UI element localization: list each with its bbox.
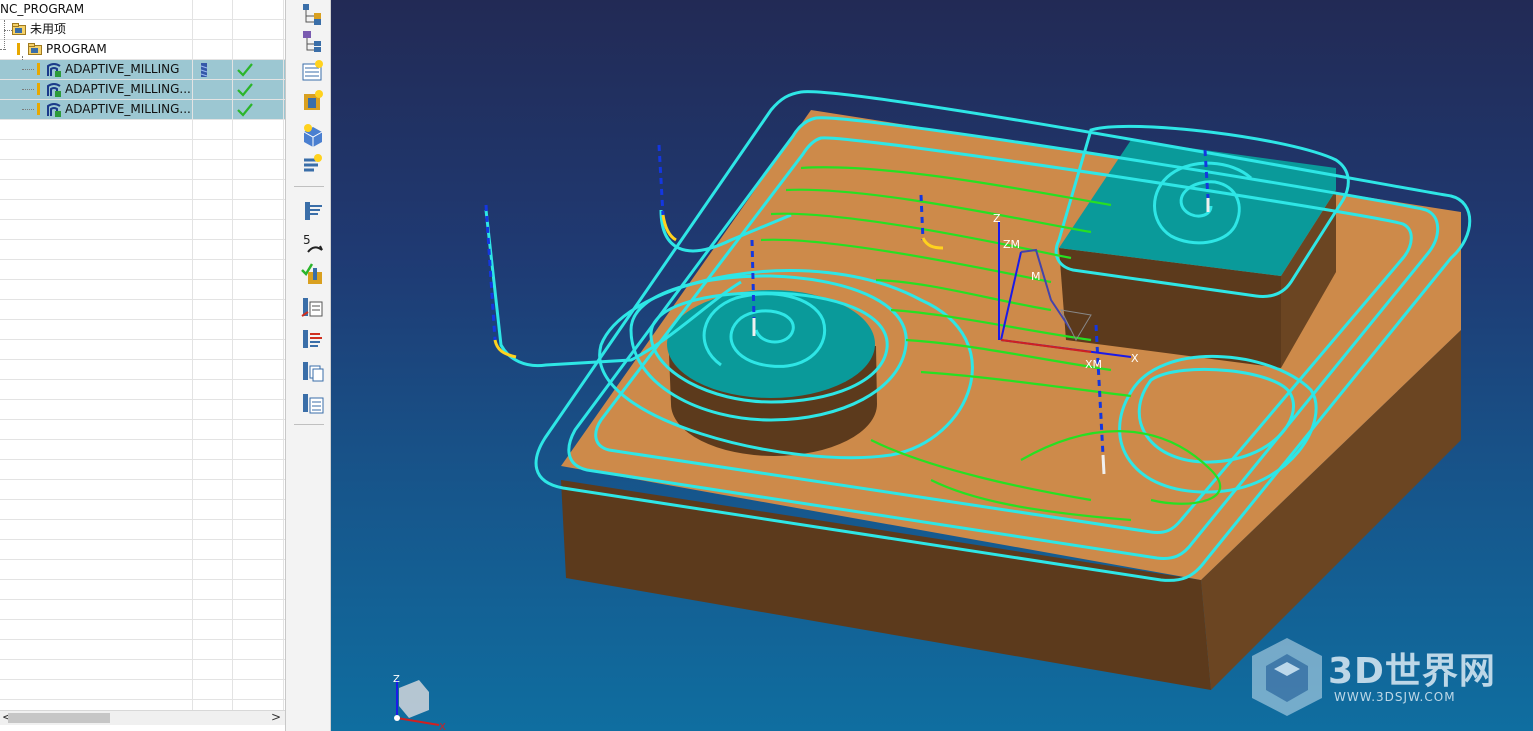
adaptive-milling-icon [47,83,61,97]
watermark-url: WWW.3DSJW.COM [1334,690,1456,704]
warning-marker-icon [37,63,40,75]
adaptive-milling-icon [47,63,61,77]
empty-row [0,200,285,220]
toolbar-separator [294,424,324,425]
operation-row[interactable]: ADAPTIVE_MILLING [0,60,285,80]
empty-row [0,440,285,460]
create-program-icon[interactable] [300,58,326,84]
axis-m-label: M [1031,270,1041,283]
operation-label: ADAPTIVE_MILLING... [65,82,191,96]
empty-row [0,460,285,480]
geometry-view-icon[interactable] [300,2,326,28]
empty-row [0,220,285,240]
graphics-viewport[interactable]: Z ZM M XM X Z X 3D世界网 WWW.3DSJW.COM [331,0,1533,731]
plunge-line [657,144,665,216]
round-boss-top [667,290,875,398]
watermark-title: 3D世界网 [1328,651,1496,692]
watermark-logo-icon [1252,638,1322,716]
empty-row [0,620,285,640]
list-operations-icon[interactable] [300,390,326,416]
machine-tool-view-icon[interactable] [300,28,326,54]
warning-marker-icon [37,83,40,95]
empty-row [0,520,285,540]
empty-row [0,280,285,300]
operation-row[interactable]: ADAPTIVE_MILLING... [0,80,285,100]
empty-row [0,160,285,180]
empty-row [0,380,285,400]
axis-z-label: Z [993,212,1001,225]
scrollbar-thumb[interactable] [8,713,110,723]
create-method-icon[interactable] [300,152,326,178]
shop-docs-icon[interactable] [300,326,326,352]
empty-row [0,300,285,320]
watermark: 3D世界网 WWW.3DSJW.COM [1250,632,1520,722]
tree-connector [22,89,34,90]
tool-end-marker [1101,454,1106,475]
post-process-icon[interactable] [300,294,326,320]
empty-row [0,400,285,420]
tree-root-label[interactable]: NC_PROGRAM [0,1,84,17]
operation-navigator: NC_PROGRAM 未用项 PROGRAM ADAPTIVE_MILLING [0,0,286,731]
empty-row [0,260,285,280]
toolbar-separator [294,186,324,187]
empty-row [0,540,285,560]
operation-label: ADAPTIVE_MILLING [65,62,180,76]
empty-row [0,420,285,440]
tree-connector [4,30,12,31]
view-triad [394,680,440,726]
axis-zm-label: ZM [1003,238,1020,251]
axis-x-label: X [1131,352,1139,365]
empty-row [0,560,285,580]
tree-row [0,40,285,60]
replay-icon[interactable]: 5 [300,230,326,256]
checkmark-icon [237,83,253,97]
tree-item-unused[interactable]: 未用项 [30,21,66,37]
tree-connector [22,109,34,110]
copy-operation-icon[interactable] [300,358,326,384]
empty-row [0,140,285,160]
empty-row [0,240,285,260]
empty-row [0,640,285,660]
empty-row [0,660,285,680]
empty-row [0,580,285,600]
engage-move [493,339,517,359]
folder-icon [28,43,42,55]
verify-icon[interactable] [300,262,326,288]
checkmark-icon [237,103,253,117]
triad-z-label: Z [393,674,400,685]
empty-row [0,500,285,520]
operation-row[interactable]: ADAPTIVE_MILLING... [0,100,285,120]
part-toolpath-view: Z ZM M XM X Z X [393,90,1472,731]
triad-x-label: X [439,722,446,731]
scroll-right-arrow[interactable]: > [271,710,281,724]
create-tool-icon[interactable] [300,88,326,114]
folder-icon [12,23,26,35]
warning-marker-icon [17,43,20,55]
empty-row [0,480,285,500]
tree-item-program[interactable]: PROGRAM [46,41,107,57]
empty-row [0,120,285,140]
tool-icon [200,63,208,77]
axis-xm-label: XM [1085,358,1102,371]
create-geometry-icon[interactable] [300,122,326,148]
checkmark-icon [237,63,253,77]
operation-label: ADAPTIVE_MILLING... [65,102,191,116]
vertical-toolbar: 5 [286,0,331,731]
tree-connector [4,20,5,50]
tree-connector [0,49,6,50]
empty-row [0,680,285,700]
svg-text:5: 5 [303,233,311,247]
empty-row [0,340,285,360]
empty-row [0,360,285,380]
horizontal-scrollbar[interactable]: < > [0,710,285,725]
empty-row [0,600,285,620]
empty-row [0,320,285,340]
generate-toolpath-icon[interactable] [300,198,326,224]
adaptive-milling-icon [47,103,61,117]
empty-row [0,180,285,200]
warning-marker-icon [37,103,40,115]
tree-connector [22,69,34,70]
